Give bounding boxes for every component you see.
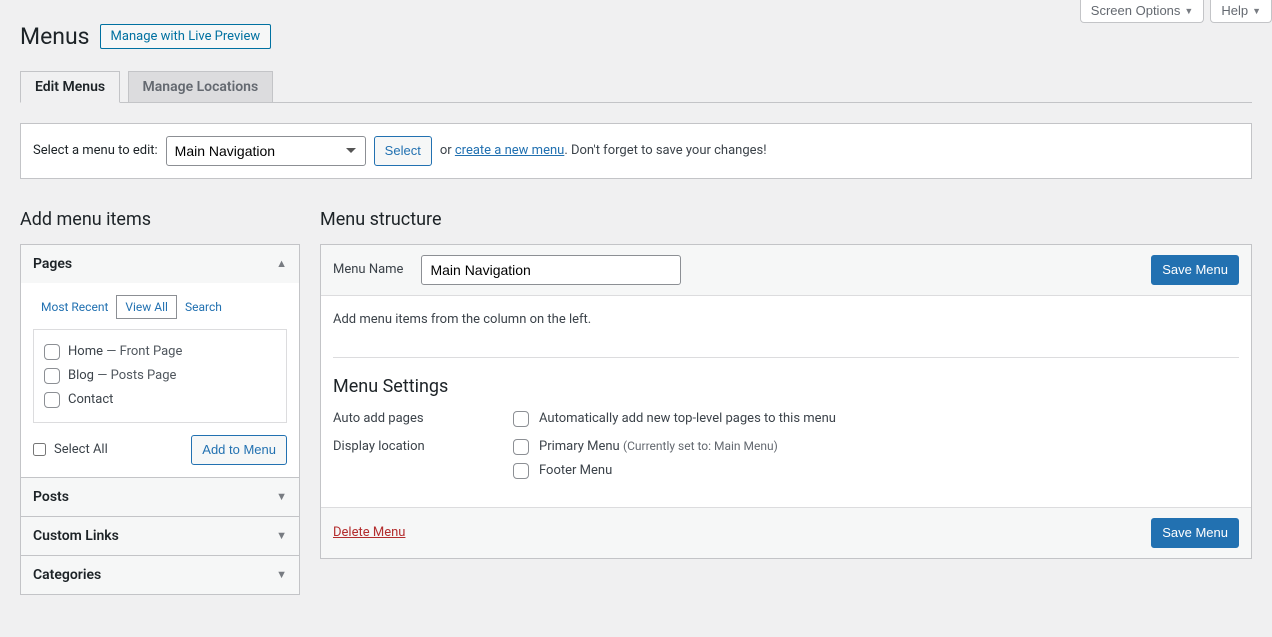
add-items-heading: Add menu items (20, 209, 300, 230)
page-checkbox[interactable] (44, 368, 60, 384)
list-item[interactable]: Blog — Posts Page (44, 364, 276, 388)
manage-live-preview-button[interactable]: Manage with Live Preview (100, 24, 272, 49)
posts-panel-header[interactable]: Posts ▼ (21, 478, 299, 516)
filter-search[interactable]: Search (177, 296, 230, 318)
tab-manage-locations[interactable]: Manage Locations (128, 71, 274, 102)
menu-name-input[interactable] (421, 255, 681, 285)
custom-links-panel-header[interactable]: Custom Links ▼ (21, 517, 299, 555)
page-checkbox[interactable] (44, 344, 60, 360)
categories-panel-title: Categories (33, 567, 101, 583)
menu-settings-heading: Menu Settings (333, 376, 1239, 397)
caret-down-icon: ▼ (1184, 6, 1193, 16)
page-checkbox[interactable] (44, 392, 60, 408)
menu-structure-heading: Menu structure (320, 209, 1252, 230)
empty-menu-hint: Add menu items from the column on the le… (333, 312, 1239, 327)
or-text: or (440, 143, 452, 158)
select-all-checkbox[interactable] (33, 443, 46, 456)
location-primary-checkbox[interactable] (513, 439, 529, 455)
save-menu-button-top[interactable]: Save Menu (1151, 255, 1239, 285)
caret-down-icon: ▼ (276, 529, 287, 542)
help-button[interactable]: Help ▼ (1210, 0, 1272, 23)
create-new-menu-link[interactable]: create a new menu (455, 143, 564, 158)
display-location-label: Display location (333, 439, 513, 454)
add-to-menu-button[interactable]: Add to Menu (191, 435, 287, 465)
delete-menu-link[interactable]: Delete Menu (333, 525, 405, 540)
location-footer-checkbox[interactable] (513, 463, 529, 479)
caret-up-icon: ▲ (276, 257, 287, 270)
select-button[interactable]: Select (374, 136, 432, 166)
posts-panel-title: Posts (33, 489, 69, 505)
auto-add-option[interactable]: Automatically add new top-level pages to… (513, 411, 836, 427)
list-item[interactable]: Contact (44, 388, 276, 412)
screen-options-label: Screen Options (1091, 3, 1181, 18)
pages-panel-title: Pages (33, 256, 72, 272)
tab-edit-menus[interactable]: Edit Menus (20, 71, 120, 103)
categories-panel-header[interactable]: Categories ▼ (21, 556, 299, 594)
filter-most-recent[interactable]: Most Recent (33, 296, 116, 318)
screen-options-button[interactable]: Screen Options ▼ (1080, 0, 1205, 23)
menu-select[interactable]: Main Navigation (166, 136, 366, 166)
auto-add-checkbox[interactable] (513, 411, 529, 427)
location-primary-option[interactable]: Primary Menu (Currently set to: Main Men… (513, 439, 778, 455)
caret-down-icon: ▼ (276, 568, 287, 581)
save-menu-button-bottom[interactable]: Save Menu (1151, 518, 1239, 548)
page-title: Menus (20, 22, 90, 52)
list-item[interactable]: Home — Front Page (44, 340, 276, 364)
help-label: Help (1221, 3, 1248, 18)
auto-add-label: Auto add pages (333, 411, 513, 426)
reminder-text: . Don't forget to save your changes! (564, 143, 766, 158)
caret-down-icon: ▼ (1252, 6, 1261, 16)
caret-down-icon: ▼ (276, 490, 287, 503)
filter-view-all[interactable]: View All (116, 295, 177, 319)
select-all-label[interactable]: Select All (33, 442, 108, 457)
location-footer-option[interactable]: Footer Menu (513, 463, 778, 479)
custom-links-panel-title: Custom Links (33, 528, 119, 544)
menu-name-label: Menu Name (333, 262, 403, 277)
pages-panel-header[interactable]: Pages ▲ (21, 245, 299, 283)
select-menu-label: Select a menu to edit: (33, 143, 158, 158)
